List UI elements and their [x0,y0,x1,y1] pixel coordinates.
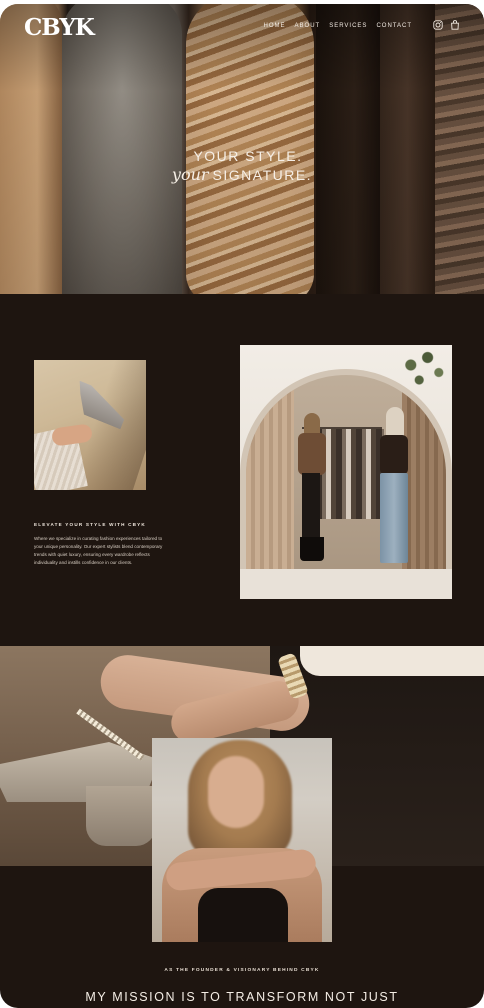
intro-body: Where we specialize in curating fashion … [34,536,163,565]
hero-headline-signature: SIGNATURE. [212,167,313,183]
founder-portrait [152,738,332,942]
photo-sleeve [300,646,484,676]
intro-heading: ELEVATE YOUR STYLE WITH CBYK [34,522,146,527]
intro-section: ELEVATE YOUR STYLE WITH CBYK Where we sp… [0,294,484,646]
hero-headline-line2: your SIGNATURE. [0,165,484,185]
photo-jeans [380,473,408,563]
photo-person [296,413,328,563]
nav-link-home[interactable]: HOME [264,23,286,29]
page-frame: CBYK HOME ABOUT SERVICES CONTACT YOUR ST… [0,4,484,1008]
photo-legs [302,473,320,543]
nav-icons [433,20,460,30]
shoe-photo [34,360,146,490]
photo-heel-shoe [86,786,156,846]
nav-links: HOME ABOUT SERVICES CONTACT [264,23,412,29]
photo-top [198,888,288,942]
photo-boots [300,537,324,561]
photo-hand [50,423,94,447]
hero-headline-line1: YOUR STYLE. [193,148,303,164]
photo-floor [240,569,452,599]
photo-person [376,407,412,567]
hero-headline: YOUR STYLE. your SIGNATURE. [0,148,484,185]
nav-link-about[interactable]: ABOUT [295,23,321,29]
photo-top [380,435,408,475]
photo-top [298,433,326,475]
photo-face [208,756,264,828]
photo-curtain [246,375,294,585]
hero-section: CBYK HOME ABOUT SERVICES CONTACT YOUR ST… [0,4,484,294]
shopping-bag-icon[interactable] [450,20,460,30]
mission-headline: MY MISSION IS TO TRANSFORM NOT JUST [85,990,399,1004]
instagram-icon[interactable] [433,20,443,30]
photo-mirror [246,375,446,585]
mirror-photo [240,345,452,599]
brand-logo[interactable]: CBYK [24,14,95,41]
founder-eyebrow: AS THE FOUNDER & VISIONARY BEHIND CBYK [164,968,320,973]
top-nav: CBYK HOME ABOUT SERVICES CONTACT [0,4,484,48]
nav-link-services[interactable]: SERVICES [329,23,367,29]
nav-link-contact[interactable]: CONTACT [376,23,412,29]
hero-script-word: your [171,165,209,184]
